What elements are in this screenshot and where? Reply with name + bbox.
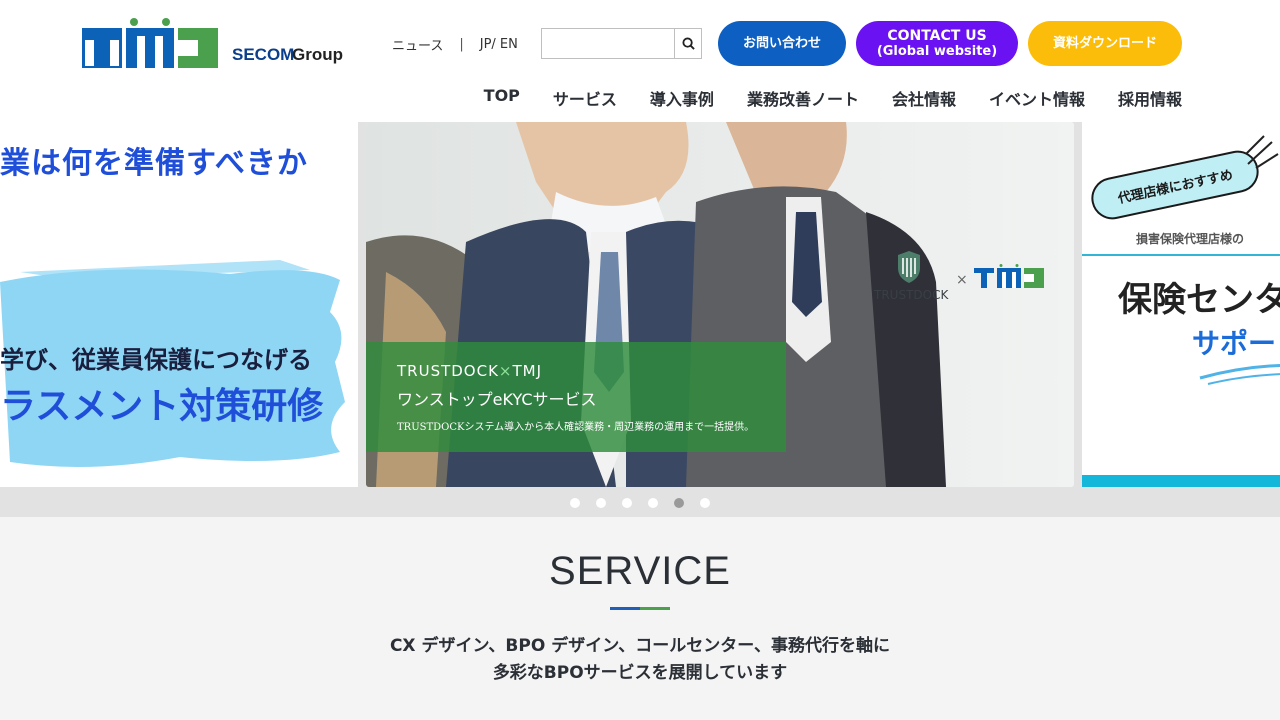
- contact-global-label: CONTACT US: [887, 27, 987, 44]
- slide-caption-service: ワンストップeKYCサービス: [397, 390, 597, 409]
- slider-dot-3[interactable]: [622, 498, 632, 508]
- nav-item-services[interactable]: サービス: [553, 86, 617, 110]
- underline-swoosh: [1199, 363, 1280, 385]
- title-underline: [610, 607, 670, 610]
- slide-caption-title: TRUSTDOCK×TMJ: [397, 362, 543, 380]
- site-header: SECOM Group ニュース | JP/ EN お問い合わせ CONTACT…: [0, 0, 1280, 122]
- slide-headline: 業は何を準備すべきか: [0, 143, 310, 184]
- recommend-badge: 代理店様におすすめ: [1087, 146, 1263, 224]
- tmj-logo[interactable]: SECOM Group: [82, 18, 354, 70]
- trustdock-shield-icon: [898, 251, 920, 283]
- service-section: SERVICE CX デザイン、BPO デザイン、コールセンター、事務代行を軸に…: [0, 517, 1280, 720]
- slider-dot-4[interactable]: [648, 498, 658, 508]
- search-input[interactable]: [542, 29, 674, 58]
- slide-insurance-agency[interactable]: 代理店様におすすめ 損害保険代理店様の 保険センタ サポート: [1082, 122, 1280, 487]
- slide-title: ラスメント対策研修: [0, 386, 324, 427]
- slider-dot-2[interactable]: [596, 498, 606, 508]
- decoration-lines-icon: [1245, 135, 1279, 169]
- cross-mark: ×: [956, 272, 968, 288]
- nav-item-top[interactable]: TOP: [484, 86, 520, 110]
- slider-pagination: [0, 498, 1280, 508]
- slide-harassment-training[interactable]: 業は何を準備すべきか 学び、従業員保護につなげる ラスメント対策研修: [0, 122, 358, 487]
- global-nav: TOP サービス 導入事例 業務改善ノート 会社情報 イベント情報 採用情報: [484, 86, 1182, 110]
- contact-global-button[interactable]: CONTACT US (Global website): [856, 21, 1018, 66]
- nav-item-company[interactable]: 会社情報: [892, 86, 956, 110]
- nav-item-events[interactable]: イベント情報: [989, 86, 1085, 110]
- section-description: CX デザイン、BPO デザイン、コールセンター、事務代行を軸に 多彩なBPOサ…: [389, 636, 891, 683]
- divider: |: [459, 36, 464, 52]
- search-button[interactable]: [674, 29, 701, 58]
- nav-item-cases[interactable]: 導入事例: [650, 86, 714, 110]
- slide-subtext: 学び、従業員保護につなげる: [0, 346, 312, 374]
- contact-global-sublabel: (Global website): [876, 43, 998, 59]
- search-icon: [681, 37, 695, 50]
- svg-text:Group: Group: [292, 45, 343, 64]
- slide-trustdock-ekyc[interactable]: TRUSTDOCK×TMJ ワンストップeKYCサービス TRUSTDOCKシス…: [366, 122, 1074, 487]
- partner-logos: TRUSTDOCK ×: [874, 250, 1054, 308]
- slide-caption-description: TRUSTDOCKシステム導入から本人確認業務・周辺業務の運用まで一括提供。: [397, 422, 755, 433]
- slide-accent-text: サポート: [1192, 327, 1280, 360]
- nav-item-notes[interactable]: 業務改善ノート: [747, 86, 859, 110]
- utility-links: ニュース | JP/ EN: [392, 28, 518, 60]
- svg-text:SECOM: SECOM: [232, 45, 294, 64]
- search-box: [541, 28, 702, 59]
- slide-subheading: 損害保険代理店様の: [1136, 232, 1245, 246]
- contact-button[interactable]: お問い合わせ: [718, 21, 846, 66]
- news-link[interactable]: ニュース: [392, 35, 443, 54]
- slider-dot-6[interactable]: [700, 498, 710, 508]
- download-button-label: 資料ダウンロード: [1052, 36, 1157, 51]
- nav-item-recruit[interactable]: 採用情報: [1118, 86, 1182, 110]
- tmj-small-logo: [974, 264, 1044, 288]
- slider-dot-5[interactable]: [674, 498, 684, 508]
- download-button[interactable]: 資料ダウンロード: [1028, 21, 1182, 66]
- slide-title: 保険センタ: [1118, 280, 1280, 320]
- section-title: SERVICE: [549, 549, 731, 593]
- contact-button-label: お問い合わせ: [742, 36, 821, 51]
- hero-slider: 業は何を準備すべきか 学び、従業員保護につなげる ラスメント対策研修 TRUST…: [0, 122, 1280, 517]
- trustdock-logo: TRUSTDOCK: [874, 288, 949, 302]
- divider-line: [1082, 254, 1280, 256]
- language-switch-link[interactable]: JP/ EN: [480, 37, 518, 52]
- slider-dot-1[interactable]: [570, 498, 580, 508]
